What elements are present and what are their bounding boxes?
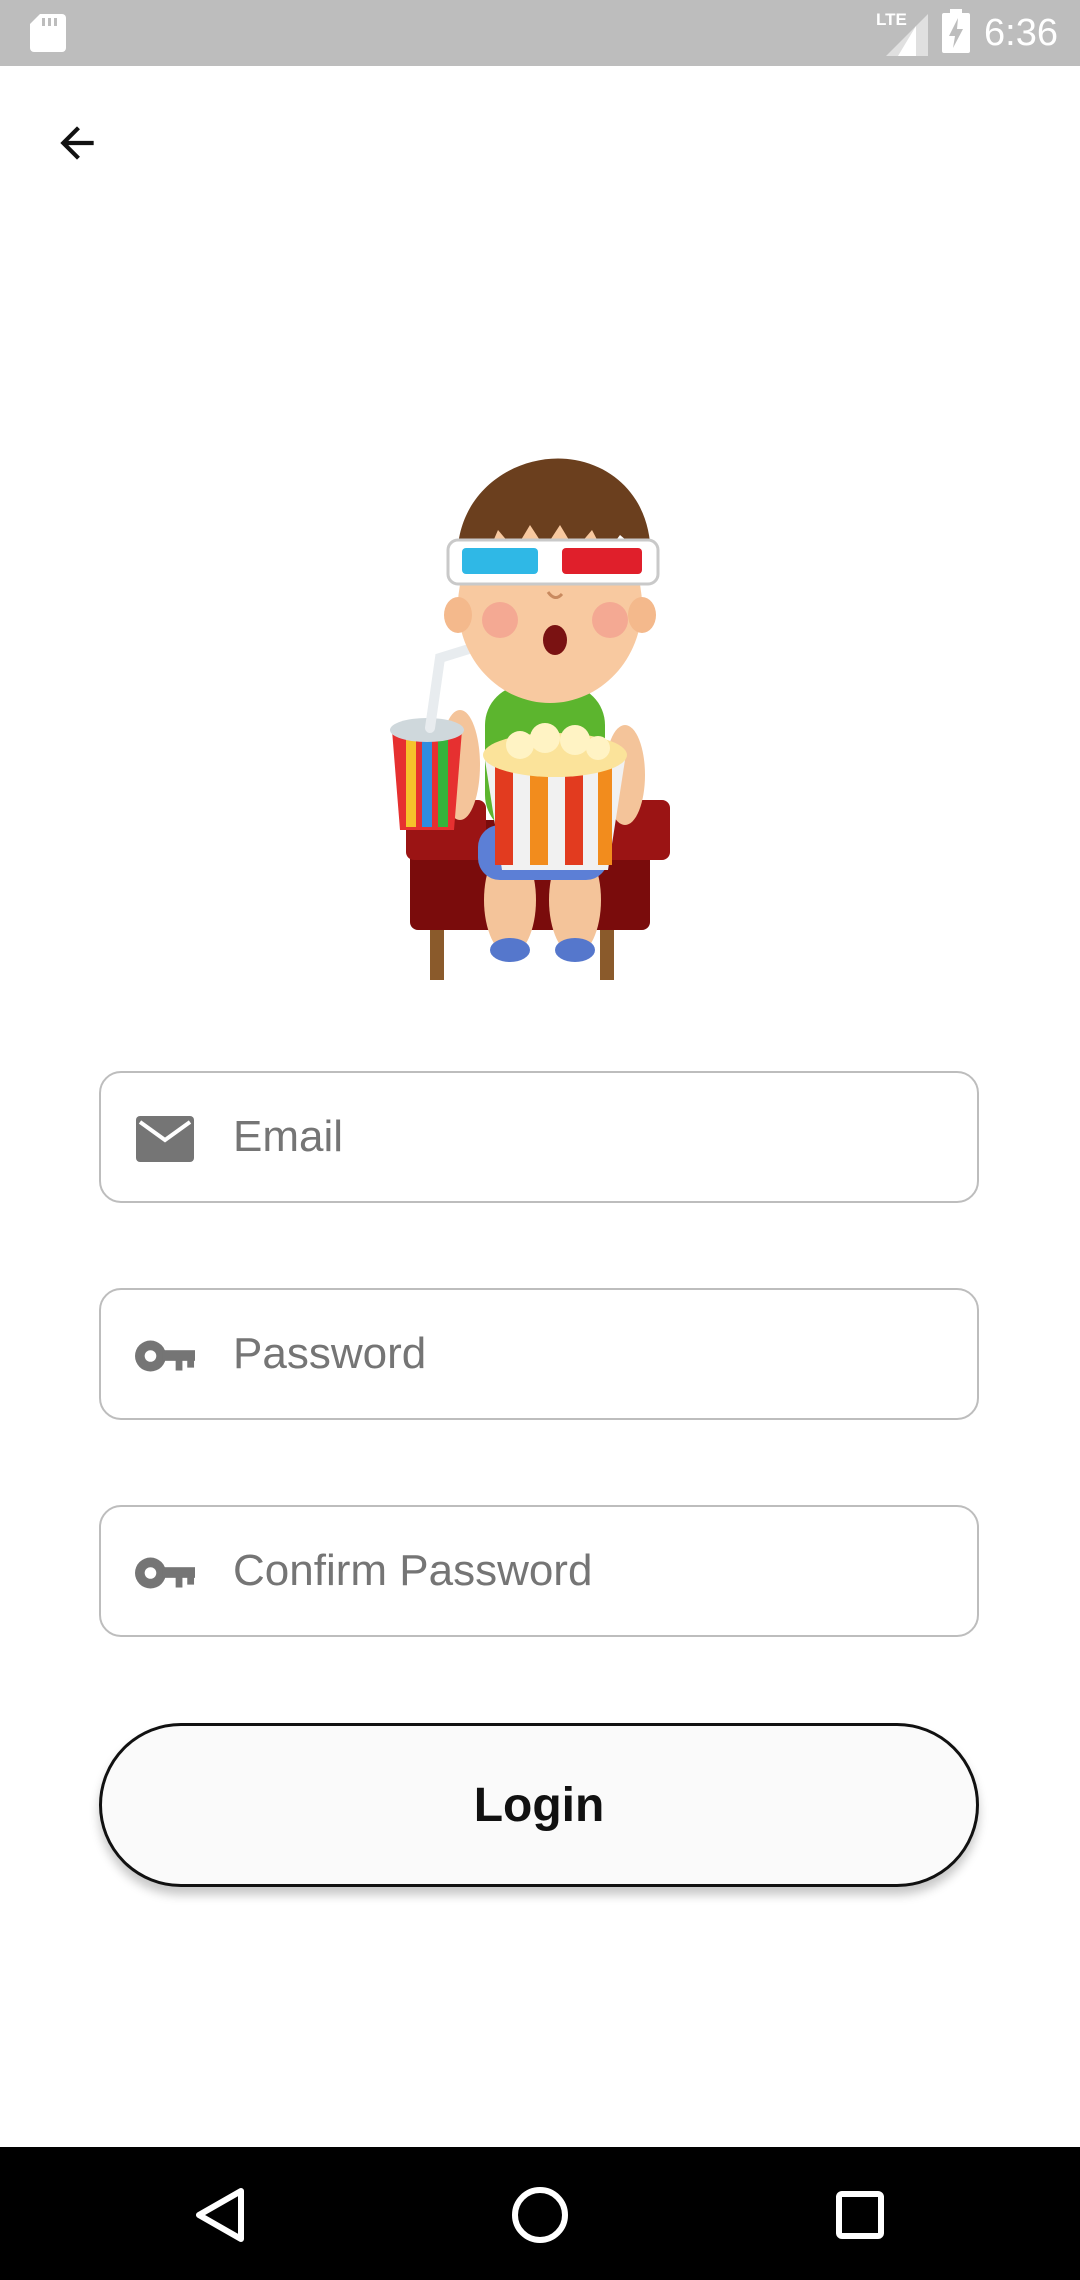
login-button-label: Login <box>473 1778 605 1832</box>
nav-back-icon <box>196 2188 244 2242</box>
nav-recents-icon <box>836 2191 884 2239</box>
nav-recents-button[interactable] <box>820 2175 900 2255</box>
arrow-back-icon <box>60 126 94 160</box>
cinema-boy-illustration <box>370 430 710 1000</box>
password-field[interactable]: Password <box>99 1288 979 1420</box>
confirm-password-field[interactable]: Confirm Password <box>99 1505 979 1637</box>
sd-card-icon <box>30 14 66 57</box>
login-button[interactable]: Login <box>99 1723 979 1887</box>
nav-home-icon <box>512 2187 568 2243</box>
email-field[interactable]: Email <box>99 1071 979 1203</box>
navigation-bar <box>0 2147 1080 2280</box>
confirm-password-placeholder: Confirm Password <box>233 1546 593 1595</box>
lte-label: LTE <box>876 10 907 29</box>
email-placeholder: Email <box>233 1112 344 1161</box>
status-time: 6:36 <box>984 11 1058 54</box>
nav-back-button[interactable] <box>180 2175 260 2255</box>
mail-icon <box>135 1113 195 1165</box>
battery-charging-icon <box>942 8 971 58</box>
back-button[interactable] <box>44 110 110 176</box>
status-bar: LTE 6:36 <box>0 0 1080 66</box>
lte-signal-icon: LTE <box>876 10 929 56</box>
key-icon <box>135 1330 195 1382</box>
nav-home-button[interactable] <box>500 2175 580 2255</box>
password-placeholder: Password <box>233 1329 427 1378</box>
key-icon <box>135 1547 195 1599</box>
